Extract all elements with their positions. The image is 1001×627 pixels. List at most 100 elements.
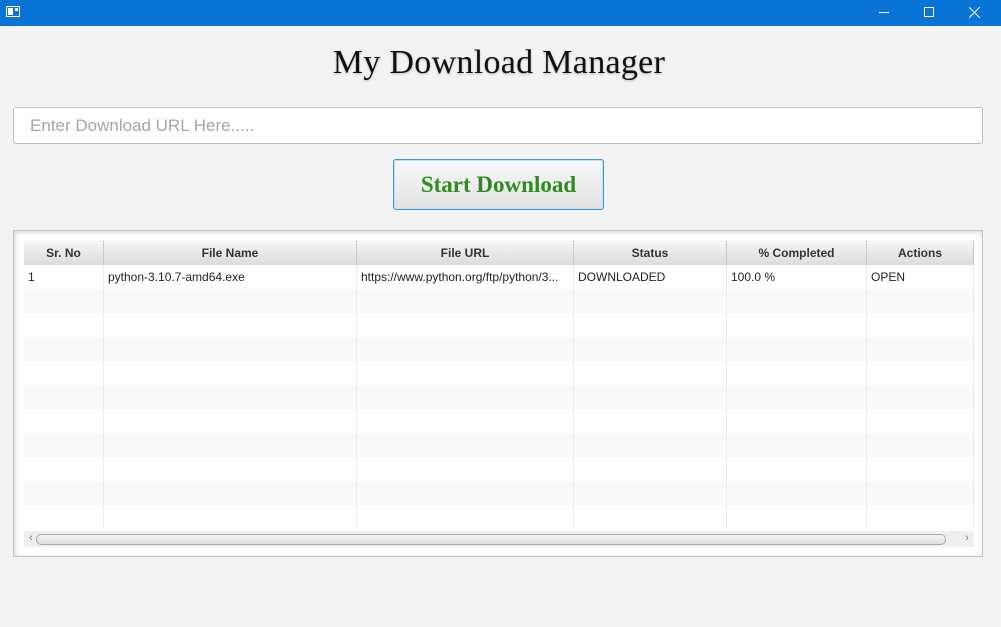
- cell-file-name: [104, 361, 357, 385]
- cell-sr-no: [24, 457, 104, 481]
- cell-action: [867, 361, 974, 385]
- cell-percent-completed: [727, 289, 867, 313]
- cell-file-url: [357, 361, 574, 385]
- cell-file-name: [104, 337, 357, 361]
- download-url-input[interactable]: [13, 107, 983, 144]
- column-header-percent-completed[interactable]: % Completed: [727, 241, 867, 265]
- cell-file-url: [357, 313, 574, 337]
- cell-file-url: [357, 289, 574, 313]
- cell-percent-completed: [727, 481, 867, 505]
- cell-file-url: [357, 457, 574, 481]
- cell-action: [867, 385, 974, 409]
- cell-file-name: [104, 313, 357, 337]
- cell-action: [867, 433, 974, 457]
- cell-file-url: [357, 409, 574, 433]
- cell-status: [574, 409, 727, 433]
- cell-action: [867, 289, 974, 313]
- cell-status: [574, 361, 727, 385]
- cell-percent-completed: 100.0 %: [727, 265, 867, 289]
- cell-status: [574, 289, 727, 313]
- cell-sr-no: 1: [24, 265, 104, 289]
- scroll-right-icon[interactable]: ›: [960, 531, 974, 547]
- cell-file-url: [357, 337, 574, 361]
- cell-percent-completed: [727, 409, 867, 433]
- column-header-actions[interactable]: Actions: [867, 241, 974, 265]
- cell-action: [867, 505, 974, 528]
- cell-sr-no: [24, 385, 104, 409]
- minimize-button[interactable]: [861, 0, 907, 26]
- cell-file-name: [104, 505, 357, 528]
- cell-action: [867, 409, 974, 433]
- column-header-file-url[interactable]: File URL: [357, 241, 574, 265]
- page-title: My Download Manager: [332, 44, 666, 81]
- cell-sr-no: [24, 337, 104, 361]
- cell-percent-completed: [727, 337, 867, 361]
- cell-sr-no: [24, 409, 104, 433]
- cell-file-url: [357, 505, 574, 528]
- cell-action: [867, 481, 974, 505]
- window-titlebar: [0, 0, 1001, 26]
- cell-percent-completed: [727, 313, 867, 337]
- cell-action: [867, 313, 974, 337]
- downloads-table: Sr. No File Name File URL Status % Compl…: [13, 230, 983, 557]
- cell-status: [574, 481, 727, 505]
- table-row: [24, 457, 974, 481]
- cell-percent-completed: [727, 505, 867, 528]
- scrollbar-thumb[interactable]: [36, 534, 946, 545]
- table-viewport: Sr. No File Name File URL Status % Compl…: [24, 241, 974, 528]
- cell-percent-completed: [727, 457, 867, 481]
- table-row: [24, 361, 974, 385]
- cell-sr-no: [24, 289, 104, 313]
- app-window-icon: [6, 6, 20, 17]
- cell-sr-no: [24, 433, 104, 457]
- cell-file-url: [357, 433, 574, 457]
- table-header: Sr. No File Name File URL Status % Compl…: [24, 241, 974, 266]
- cell-sr-no: [24, 505, 104, 528]
- table-row: [24, 409, 974, 433]
- cell-file-name: [104, 289, 357, 313]
- maximize-button[interactable]: [906, 0, 952, 26]
- close-icon: [969, 6, 981, 18]
- cell-sr-no: [24, 481, 104, 505]
- close-button[interactable]: [952, 0, 998, 26]
- cell-file-url: [357, 385, 574, 409]
- column-header-file-name[interactable]: File Name: [104, 241, 357, 265]
- cell-sr-no: [24, 313, 104, 337]
- cell-status: [574, 457, 727, 481]
- cell-action[interactable]: OPEN: [867, 265, 974, 289]
- table-row: [24, 505, 974, 528]
- cell-file-name: [104, 481, 357, 505]
- table-row: [24, 385, 974, 409]
- maximize-icon: [924, 7, 934, 17]
- cell-percent-completed: [727, 385, 867, 409]
- cell-sr-no: [24, 361, 104, 385]
- table-row: [24, 313, 974, 337]
- cell-file-name: [104, 433, 357, 457]
- minimize-icon: [879, 12, 889, 13]
- cell-status: [574, 385, 727, 409]
- cell-file-name: [104, 457, 357, 481]
- cell-file-name: [104, 409, 357, 433]
- cell-action: [867, 457, 974, 481]
- cell-status: [574, 433, 727, 457]
- cell-status: [574, 337, 727, 361]
- table-row: [24, 337, 974, 361]
- cell-file-name: python-3.10.7-amd64.exe: [104, 265, 357, 289]
- cell-percent-completed: [727, 361, 867, 385]
- cell-status: DOWNLOADED: [574, 265, 727, 289]
- table-row[interactable]: 1 python-3.10.7-amd64.exe https://www.pyth…: [24, 265, 974, 289]
- cell-status: [574, 313, 727, 337]
- table-row: [24, 481, 974, 505]
- cell-status: [574, 505, 727, 528]
- column-header-sr-no[interactable]: Sr. No: [24, 241, 104, 265]
- cell-percent-completed: [727, 433, 867, 457]
- cell-action: [867, 337, 974, 361]
- horizontal-scrollbar[interactable]: ‹ ›: [24, 531, 974, 547]
- column-header-status[interactable]: Status: [574, 241, 727, 265]
- cell-file-url: [357, 481, 574, 505]
- cell-file-name: [104, 385, 357, 409]
- table-row: [24, 289, 974, 313]
- table-row: [24, 433, 974, 457]
- cell-file-url: https://www.python.org/ftp/python/3...: [357, 265, 574, 289]
- start-download-button[interactable]: Start Download: [393, 159, 604, 210]
